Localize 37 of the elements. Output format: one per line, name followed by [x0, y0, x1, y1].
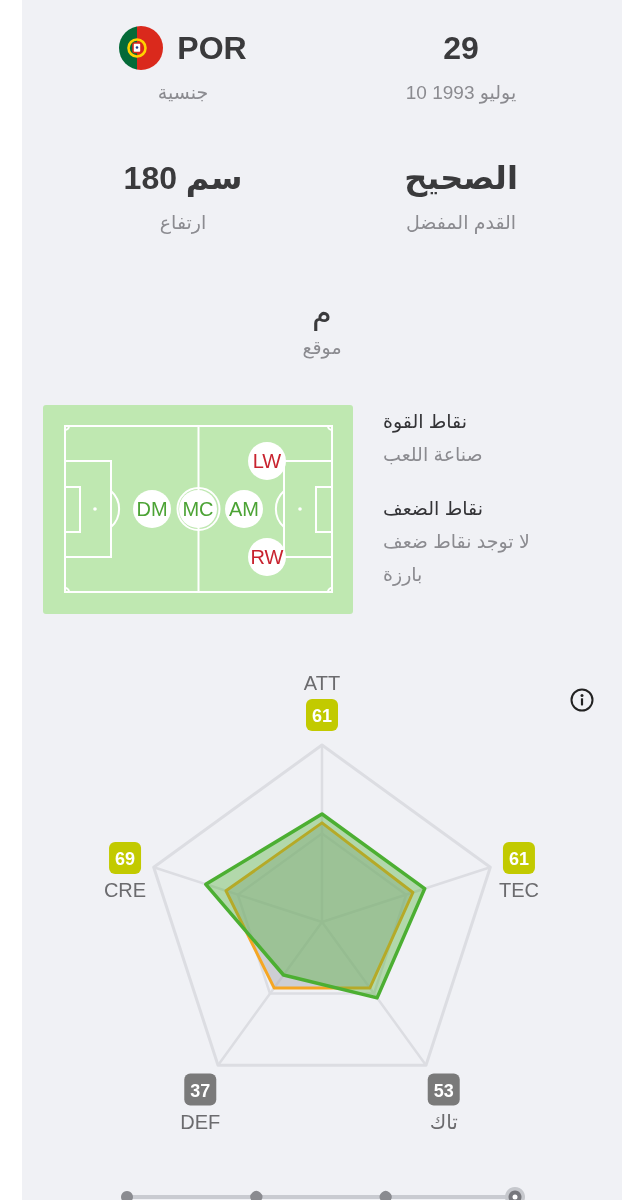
value-badge: 37: [184, 1073, 217, 1106]
stat-value: 29: [443, 29, 479, 68]
section-title: نقاط القوة: [383, 410, 467, 435]
axis-label: CRE: [103, 879, 147, 901]
slider-stop[interactable]: [505, 1187, 525, 1200]
info-button[interactable]: [570, 688, 594, 712]
position-marker: AM: [225, 490, 263, 528]
stat-value: 180 سم: [123, 159, 243, 198]
value-badge: 61: [306, 698, 338, 731]
stat-value: الصحيح: [404, 159, 518, 198]
axis-label: ATT: [303, 671, 341, 694]
slider-stop[interactable]: [250, 1191, 263, 1200]
position-marker: RW: [248, 538, 286, 576]
axis-label: DEF: [180, 1110, 221, 1133]
flag-icon: [119, 26, 164, 70]
value-badge: 53: [427, 1073, 460, 1106]
info-icon: [570, 688, 594, 712]
stat-label: موقع: [302, 336, 342, 361]
position-marker: LW: [248, 442, 286, 480]
slider-track[interactable]: [121, 1187, 525, 1200]
section-title: نقاط الضعف: [383, 497, 483, 521]
section-item: لا توجد نقاط ضعف بارزة: [383, 530, 531, 588]
position-marker: DM: [133, 490, 171, 528]
stat-value: POR: [177, 29, 247, 68]
position-marker: MC: [179, 490, 217, 528]
stat-value: م: [312, 293, 332, 332]
value-badge: 61: [502, 842, 535, 874]
stat-label: ارتفاع: [159, 211, 207, 236]
stat-label: القدم المفضل: [405, 211, 517, 236]
axis-label: TEC: [498, 879, 539, 901]
slider-stop[interactable]: [379, 1191, 392, 1200]
axis-label: تاك: [429, 1110, 458, 1133]
slider-stop[interactable]: [121, 1191, 133, 1200]
section-item: صناعة اللعب: [383, 443, 483, 467]
stat-label: جنسية: [157, 81, 209, 105]
stat-label: 10 يوليو 1993: [405, 81, 517, 106]
value-badge: 69: [109, 842, 142, 874]
